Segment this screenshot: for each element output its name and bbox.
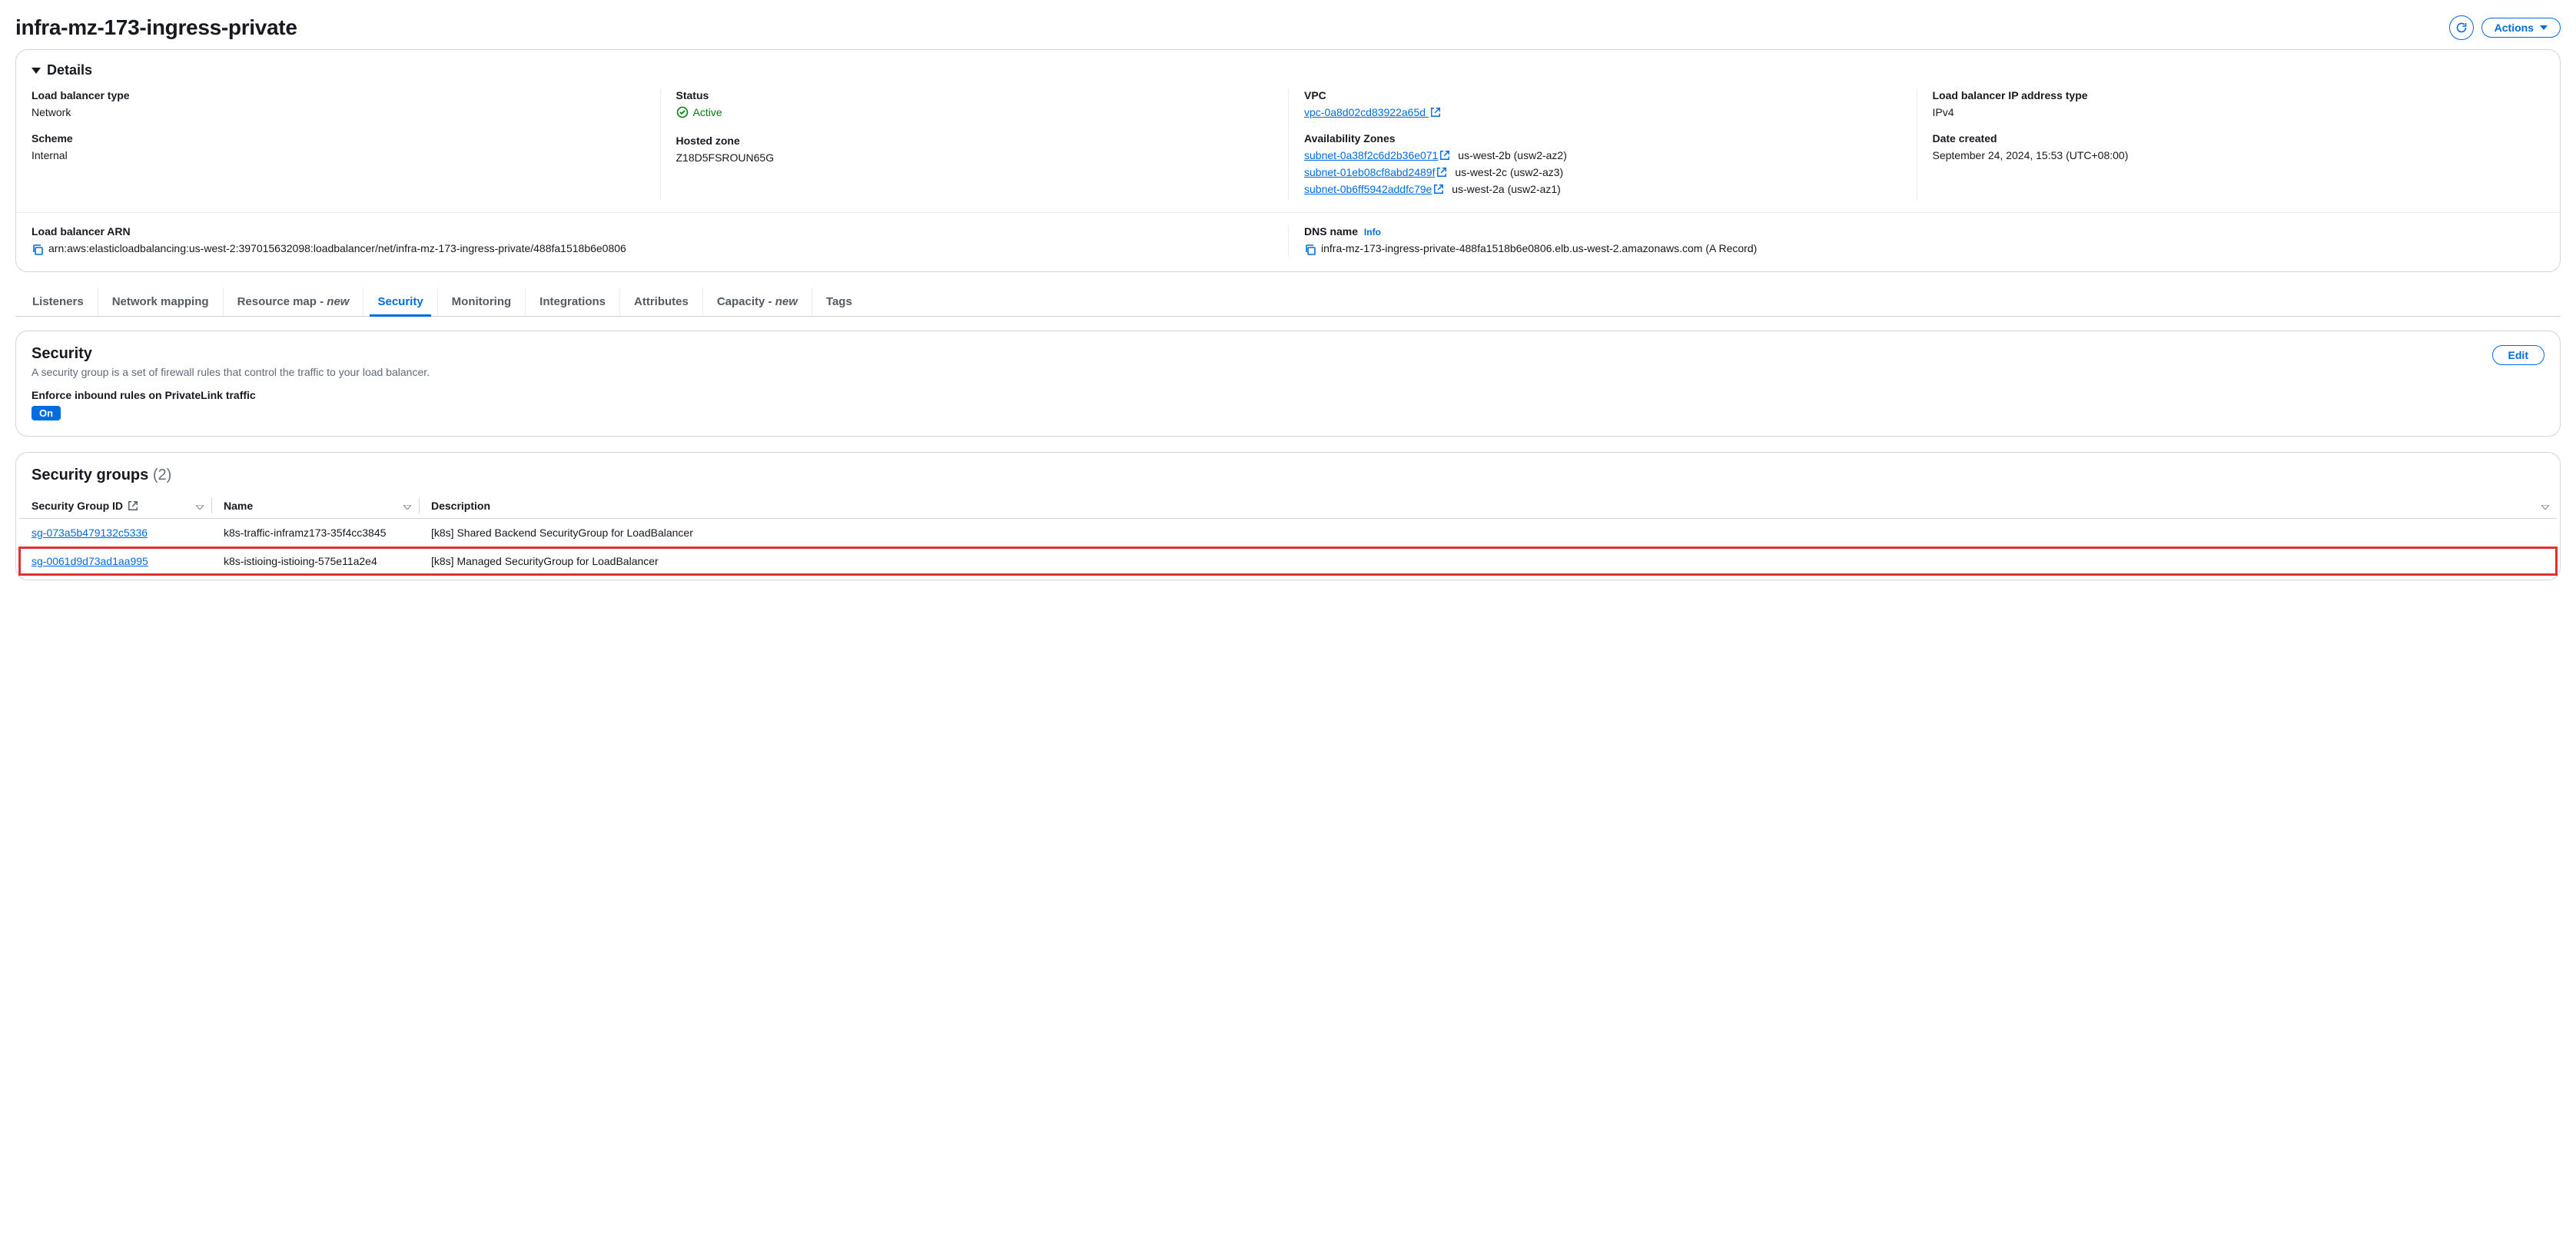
copy-icon[interactable] <box>32 244 44 256</box>
security-panel: Security A security group is a set of fi… <box>15 331 2561 437</box>
tab-resource-map[interactable]: Resource map - new <box>224 287 364 316</box>
tab-capacity[interactable]: Capacity - new <box>703 287 812 316</box>
tab-bar: Listeners Network mapping Resource map -… <box>15 287 2561 317</box>
ip-type-value: IPv4 <box>1933 106 2530 118</box>
ip-type-label: Load balancer IP address type <box>1933 89 2530 101</box>
tab-monitoring[interactable]: Monitoring <box>438 287 526 316</box>
scheme-value: Internal <box>32 149 645 161</box>
arn-value: arn:aws:elasticloadbalancing:us-west-2:3… <box>48 242 626 254</box>
date-created-label: Date created <box>1933 132 2530 145</box>
enforce-label: Enforce inbound rules on PrivateLink tra… <box>32 389 2544 401</box>
status-value: Active <box>676 106 722 118</box>
details-panel: Details Load balancer type Network Schem… <box>15 49 2561 272</box>
sg-desc-1: [k8s] Managed SecurityGroup for LoadBala… <box>419 547 2557 576</box>
security-groups-title: Security groups (2) <box>16 453 2560 493</box>
security-groups-panel: Security groups (2) Security Group ID Na… <box>15 452 2561 580</box>
col-header-name[interactable]: Name <box>211 493 419 519</box>
actions-label: Actions <box>2495 22 2534 34</box>
tab-attributes[interactable]: Attributes <box>620 287 703 316</box>
lb-type-value: Network <box>32 106 645 118</box>
refresh-button[interactable] <box>2449 15 2474 40</box>
dns-info-link[interactable]: Info <box>1364 227 1381 238</box>
page-title: infra-mz-173-ingress-private <box>15 15 297 40</box>
sg-desc-0: [k8s] Shared Backend SecurityGroup for L… <box>419 519 2557 547</box>
security-description: A security group is a set of firewall ru… <box>32 366 430 378</box>
dns-label: DNS name Info <box>1304 225 2544 238</box>
caret-down-icon <box>32 68 41 74</box>
arn-label: Load balancer ARN <box>32 225 1288 238</box>
tab-integrations[interactable]: Integrations <box>526 287 620 316</box>
tab-tags[interactable]: Tags <box>812 287 866 316</box>
az-list: subnet-0a38f2c6d2b36e071 us-west-2b (usw… <box>1304 149 1901 195</box>
col-header-sgid[interactable]: Security Group ID <box>19 493 211 519</box>
az-zone-0: us-west-2b (usw2-az2) <box>1458 149 1567 161</box>
sort-icon <box>403 500 411 512</box>
dns-value: infra-mz-173-ingress-private-488fa1518b6… <box>1321 242 1757 254</box>
status-label: Status <box>676 89 1273 101</box>
actions-button[interactable]: Actions <box>2481 18 2561 38</box>
subnet-link-1[interactable]: subnet-01eb08cf8abd2489f <box>1304 166 1447 178</box>
vpc-link[interactable]: vpc-0a8d02cd83922a65d <box>1304 106 1441 118</box>
sg-link-1[interactable]: sg-0061d9d73ad1aa995 <box>32 555 148 567</box>
sg-name-1: k8s-istioing-istioing-575e11a2e4 <box>211 547 419 576</box>
scheme-label: Scheme <box>32 132 645 145</box>
date-created-value: September 24, 2024, 15:53 (UTC+08:00) <box>1933 149 2530 161</box>
vpc-label: VPC <box>1304 89 1901 101</box>
col-header-description[interactable]: Description <box>419 493 2557 519</box>
sg-name-0: k8s-traffic-inframz173-35f4cc3845 <box>211 519 419 547</box>
hosted-zone-label: Hosted zone <box>676 135 1273 147</box>
az-zone-1: us-west-2c (usw2-az3) <box>1455 166 1563 178</box>
table-row: sg-073a5b479132c5336 k8s-traffic-inframz… <box>19 519 2557 547</box>
external-link-icon <box>128 500 138 511</box>
external-link-icon <box>1433 184 1444 194</box>
status-text: Active <box>693 106 722 118</box>
subnet-link-0[interactable]: subnet-0a38f2c6d2b36e071 <box>1304 149 1450 161</box>
enforce-badge: On <box>32 406 61 420</box>
external-link-icon <box>1430 107 1441 118</box>
sort-icon <box>2541 500 2549 512</box>
tab-network-mapping[interactable]: Network mapping <box>98 287 224 316</box>
security-groups-table: Security Group ID Name Description sg-07… <box>19 493 2557 575</box>
security-title: Security <box>32 345 430 363</box>
edit-button[interactable]: Edit <box>2492 345 2544 365</box>
details-heading: Details <box>47 62 92 78</box>
tab-listeners[interactable]: Listeners <box>18 287 98 316</box>
details-toggle[interactable]: Details <box>32 62 2544 78</box>
sort-icon <box>196 500 204 512</box>
table-row: sg-0061d9d73ad1aa995 k8s-istioing-istioi… <box>19 547 2557 576</box>
external-link-icon <box>1436 167 1447 178</box>
az-zone-2: us-west-2a (usw2-az1) <box>1452 183 1561 195</box>
tab-security[interactable]: Security <box>363 287 437 316</box>
subnet-link-2[interactable]: subnet-0b6ff5942addfc79e <box>1304 183 1444 195</box>
lb-type-label: Load balancer type <box>32 89 645 101</box>
hosted-zone-value: Z18D5FSROUN65G <box>676 151 1273 164</box>
copy-icon[interactable] <box>1304 244 1316 256</box>
external-link-icon <box>1439 150 1450 161</box>
sg-link-0[interactable]: sg-073a5b479132c5336 <box>32 527 148 539</box>
az-label: Availability Zones <box>1304 132 1901 145</box>
